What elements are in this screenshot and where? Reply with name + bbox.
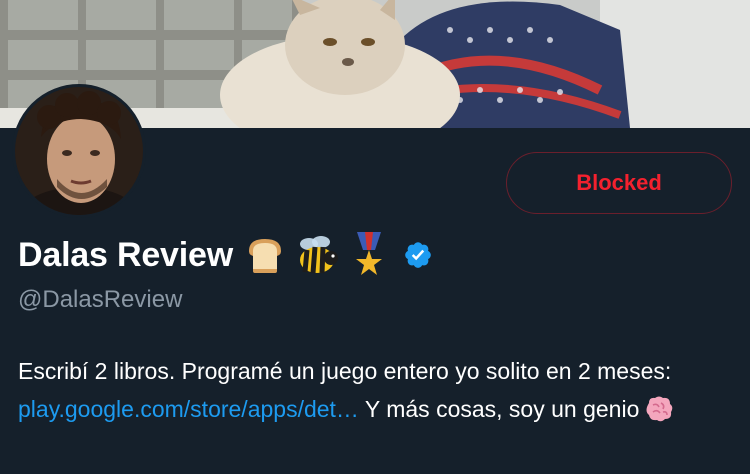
bio-link[interactable]: play.google.com/store/apps/det… xyxy=(18,396,359,422)
bio-text-end: Y más cosas, soy un genio xyxy=(358,396,640,422)
display-name-row: Dalas Review xyxy=(18,226,433,284)
profile-avatar[interactable] xyxy=(12,84,146,218)
bread-emoji xyxy=(248,239,281,273)
blocked-button[interactable]: Blocked xyxy=(506,152,732,214)
brain-emoji xyxy=(646,396,673,422)
verified-badge-icon[interactable] xyxy=(403,240,433,270)
profile-handle: @DalasReview xyxy=(18,286,183,313)
display-name: Dalas Review xyxy=(18,235,233,274)
bee-emoji xyxy=(299,236,338,274)
name-emojis xyxy=(243,232,389,278)
military-medal-emoji xyxy=(355,232,382,275)
bio-text-start: Escribí 2 libros. Programé un juego ente… xyxy=(18,358,672,384)
profile-bio: Escribí 2 libros. Programé un juego ente… xyxy=(18,352,734,428)
